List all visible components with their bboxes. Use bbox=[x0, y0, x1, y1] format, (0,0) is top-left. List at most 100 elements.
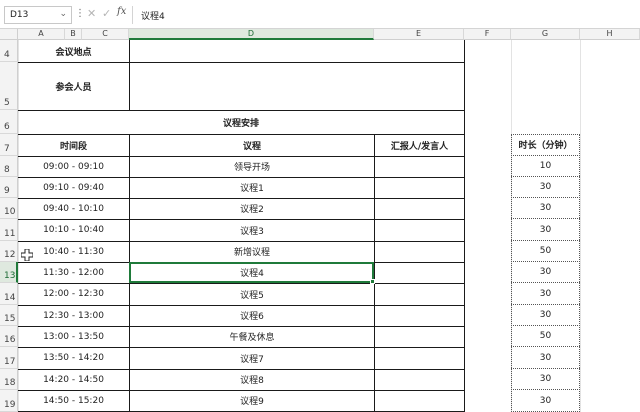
row-header-11[interactable]: 11 bbox=[0, 219, 18, 241]
column-header-g[interactable]: G bbox=[511, 29, 580, 40]
row-number: 9 bbox=[4, 186, 10, 196]
row-header-16[interactable]: 16 bbox=[0, 326, 18, 347]
row-header-8[interactable]: 8 bbox=[0, 156, 18, 177]
agenda-cell[interactable]: 领导开场 bbox=[130, 156, 374, 177]
agenda-cell[interactable]: 议程1 bbox=[130, 177, 374, 198]
row-number: 11 bbox=[4, 229, 16, 239]
duration-cell[interactable]: 30 bbox=[511, 219, 580, 241]
time-column-header: 时间段 bbox=[59, 141, 87, 152]
duration-cell[interactable]: 10 bbox=[511, 156, 580, 177]
row-number: 16 bbox=[4, 335, 16, 345]
row-number: 8 bbox=[4, 165, 10, 175]
duration-cell[interactable]: 30 bbox=[511, 198, 580, 219]
row-number: 18 bbox=[4, 378, 16, 388]
time-cell[interactable]: 10:40 - 11:30 bbox=[18, 241, 129, 262]
agenda-cell[interactable]: 议程3 bbox=[130, 219, 374, 241]
agenda-cell[interactable]: 议程8 bbox=[130, 369, 374, 390]
column-header-a[interactable]: A bbox=[18, 29, 65, 40]
row-number: 12 bbox=[4, 250, 16, 260]
time-cell[interactable]: 14:20 - 14:50 bbox=[18, 369, 129, 390]
meeting-location-label: 会议地点 bbox=[55, 47, 92, 58]
agenda-cell[interactable]: 议程2 bbox=[130, 198, 374, 219]
fill-handle[interactable] bbox=[370, 279, 375, 284]
column-header-d[interactable]: D bbox=[129, 29, 374, 40]
row-header-7[interactable]: 7 bbox=[0, 134, 18, 156]
duration-cell[interactable]: 30 bbox=[511, 283, 580, 305]
time-cell[interactable]: 09:10 - 09:40 bbox=[18, 177, 129, 198]
duration-cell[interactable]: 30 bbox=[511, 305, 580, 326]
table-border bbox=[374, 134, 375, 412]
table-border bbox=[464, 40, 465, 412]
row-header-4[interactable]: 4 bbox=[0, 40, 18, 62]
row-number: 6 bbox=[4, 122, 10, 132]
name-box[interactable]: D13 ⌄ bbox=[4, 6, 72, 24]
row-number: 17 bbox=[4, 357, 16, 367]
column-header-e[interactable]: E bbox=[374, 29, 464, 40]
time-cell[interactable]: 12:30 - 13:00 bbox=[18, 305, 129, 326]
row-header-10[interactable]: 10 bbox=[0, 198, 18, 219]
agenda-cell[interactable]: 议程9 bbox=[130, 390, 374, 411]
duration-cell[interactable]: 30 bbox=[511, 390, 580, 411]
row-header-17[interactable]: 17 bbox=[0, 347, 18, 369]
duration-cell[interactable]: 30 bbox=[511, 262, 580, 283]
row-number: 13 bbox=[4, 271, 16, 281]
row-header-12[interactable]: 12 bbox=[0, 241, 18, 262]
row-header-9[interactable]: 9 bbox=[0, 177, 18, 198]
time-cell[interactable]: 09:00 - 09:10 bbox=[18, 156, 129, 177]
row-number: 19 bbox=[4, 400, 16, 410]
formula-content: 议程4 bbox=[141, 12, 165, 22]
attendees-label: 参会人员 bbox=[55, 82, 92, 93]
duration-cell[interactable]: 50 bbox=[511, 241, 580, 262]
row-header-13[interactable]: 13 bbox=[0, 262, 18, 283]
insert-function-button[interactable]: fx bbox=[117, 6, 126, 17]
reporter-column-header: 汇报人/发言人 bbox=[390, 141, 449, 152]
duration-cell[interactable]: 30 bbox=[511, 177, 580, 198]
time-cell[interactable]: 10:10 - 10:40 bbox=[18, 219, 129, 241]
row-number: 7 bbox=[4, 144, 10, 154]
column-header-f[interactable]: F bbox=[464, 29, 511, 40]
more-vertical-icon[interactable]: ⋮ bbox=[75, 8, 85, 19]
time-cell[interactable]: 13:50 - 14:20 bbox=[18, 347, 129, 369]
time-cell[interactable]: 09:40 - 10:10 bbox=[18, 198, 129, 219]
column-header-h[interactable]: H bbox=[580, 29, 640, 40]
row-header-15[interactable]: 15 bbox=[0, 305, 18, 326]
formula-input[interactable]: 议程4 bbox=[138, 4, 636, 25]
meeting-location-value[interactable] bbox=[130, 40, 464, 62]
agenda-cell[interactable]: 议程7 bbox=[130, 347, 374, 369]
chevron-down-icon[interactable]: ⌄ bbox=[59, 9, 67, 19]
row-header-19[interactable]: 19 bbox=[0, 390, 18, 412]
duration-cell[interactable]: 50 bbox=[511, 326, 580, 347]
time-cell[interactable]: 12:00 - 12:30 bbox=[18, 283, 129, 305]
row-header-18[interactable]: 18 bbox=[0, 369, 18, 390]
formula-bar-divider bbox=[132, 6, 133, 24]
active-cell-outline bbox=[129, 262, 374, 283]
close-icon[interactable]: ✕ bbox=[87, 7, 96, 20]
agenda-cell[interactable]: 午餐及休息 bbox=[130, 326, 374, 347]
row-number: 10 bbox=[4, 207, 16, 217]
agenda-section-title: 议程安排 bbox=[222, 118, 259, 129]
duration-cell[interactable]: 30 bbox=[511, 347, 580, 369]
time-cell[interactable]: 14:50 - 15:20 bbox=[18, 390, 129, 411]
column-header-c[interactable]: C bbox=[82, 29, 129, 40]
time-cell[interactable]: 11:30 - 12:00 bbox=[18, 262, 129, 283]
row-header-5[interactable]: 5 bbox=[0, 62, 18, 110]
column-header-b[interactable]: B bbox=[65, 29, 82, 40]
duration-cell[interactable]: 30 bbox=[511, 369, 580, 390]
check-icon[interactable]: ✓ bbox=[102, 7, 111, 20]
cell-select-cursor-icon bbox=[20, 248, 34, 262]
name-box-value: D13 bbox=[10, 10, 29, 20]
row-number: 15 bbox=[4, 314, 16, 324]
row-number: 5 bbox=[4, 98, 10, 108]
row-header-6[interactable]: 6 bbox=[0, 110, 18, 134]
agenda-cell[interactable]: 议程5 bbox=[130, 283, 374, 305]
agenda-cell[interactable]: 议程6 bbox=[130, 305, 374, 326]
select-all-corner[interactable] bbox=[0, 29, 18, 40]
agenda-column-header: 议程 bbox=[242, 141, 261, 152]
attendees-value[interactable] bbox=[130, 63, 464, 110]
row-number: 4 bbox=[4, 50, 10, 60]
row-header-14[interactable]: 14 bbox=[0, 283, 18, 305]
duration-column-header: 时长（分钟） bbox=[511, 134, 580, 156]
gridline bbox=[580, 40, 581, 412]
agenda-cell[interactable]: 新增议程 bbox=[130, 241, 374, 262]
time-cell[interactable]: 13:00 - 13:50 bbox=[18, 326, 129, 347]
